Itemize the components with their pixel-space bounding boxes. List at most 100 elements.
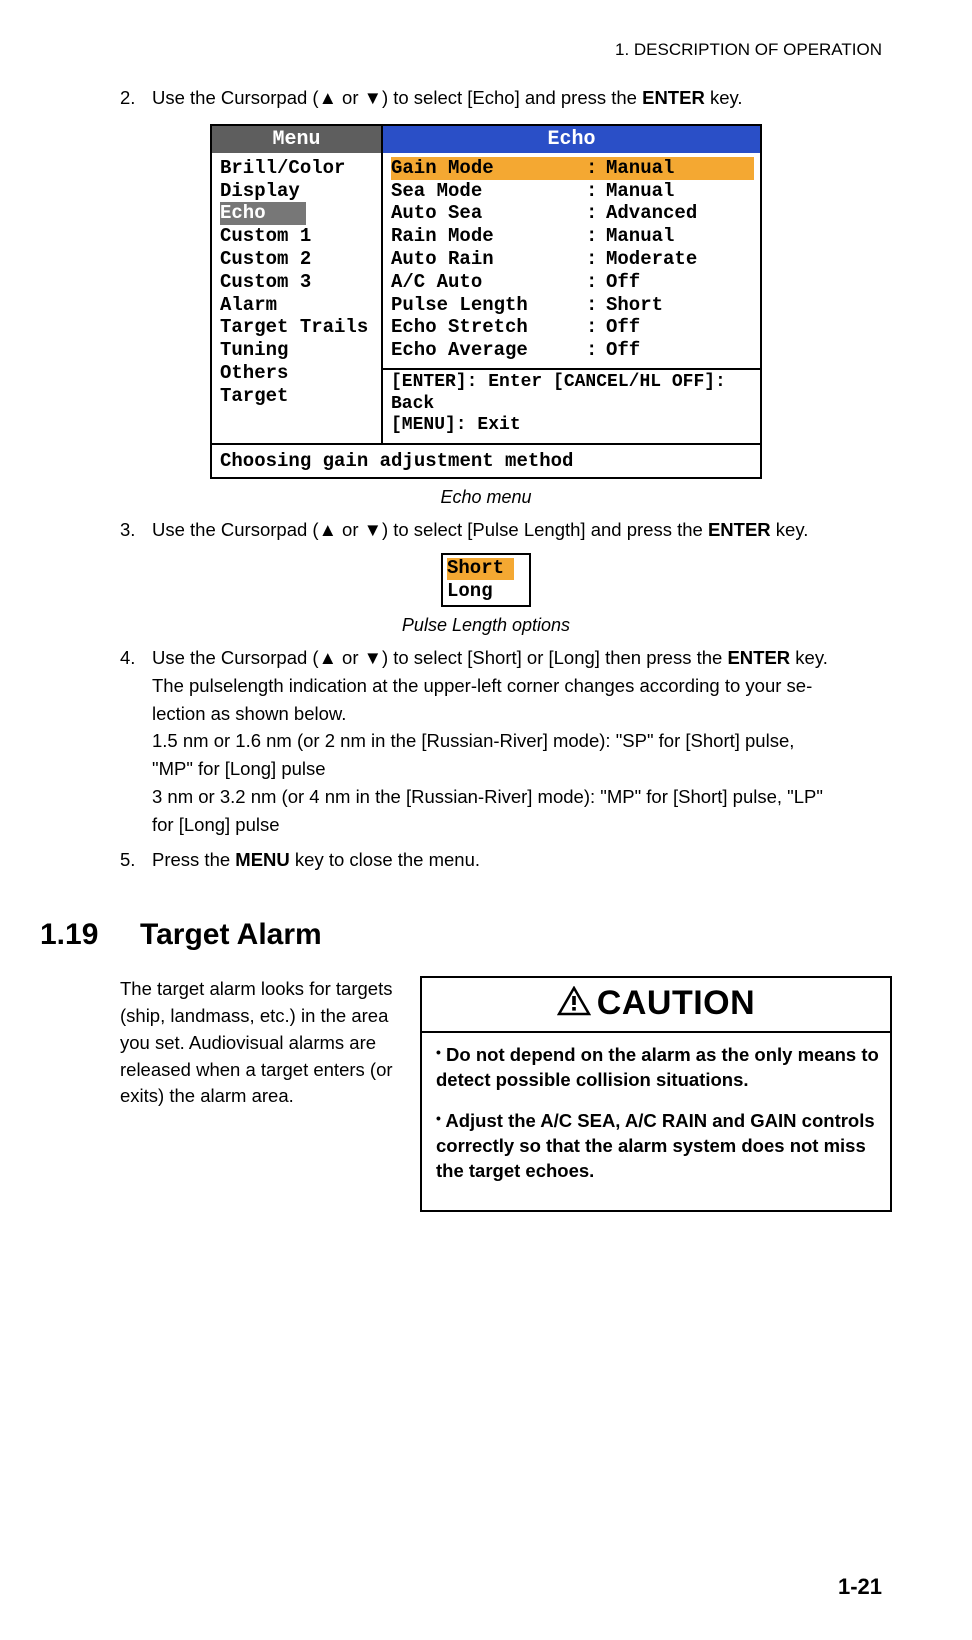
caution-bullet: Adjust the A/C SEA, A/C RAIN and GAIN co…: [436, 1110, 875, 1181]
menu-item: Custom 3: [220, 271, 381, 294]
bullet-icon: •: [436, 1110, 441, 1126]
pulse-length-figure: Short Long: [441, 553, 531, 607]
setting-value: Manual: [606, 180, 674, 203]
step-2: 2. Use the Cursorpad ( or ) to select [E…: [120, 84, 892, 112]
target-alarm-content: The target alarm looks for targets (ship…: [120, 976, 892, 1211]
setting-value: Manual: [606, 157, 674, 180]
setting-label: A/C Auto: [391, 271, 586, 294]
section-title: Target Alarm: [140, 918, 322, 952]
colon: :: [586, 339, 606, 362]
text: or: [337, 87, 364, 108]
pulse-option: Long: [447, 580, 493, 602]
setting-value: Off: [606, 339, 640, 362]
text: key.: [790, 647, 828, 668]
setting-value: Moderate: [606, 248, 697, 271]
menu-title-left: Menu: [212, 126, 383, 153]
setting-label: Sea Mode: [391, 180, 586, 203]
text: key to close the menu.: [290, 849, 480, 870]
setting-label: Auto Sea: [391, 202, 586, 225]
section-heading: 1.19 Target Alarm: [40, 918, 892, 952]
setting-value: Off: [606, 316, 640, 339]
setting-label: Gain Mode: [391, 157, 586, 180]
menu-item: Tuning: [220, 339, 381, 362]
menu-right-column: Gain Mode:Manual Sea Mode:Manual Auto Se…: [383, 153, 760, 443]
arrow-up-icon: [319, 647, 337, 668]
colon: :: [586, 157, 606, 180]
caution-title: CAUTION: [597, 984, 755, 1022]
warning-icon: [557, 986, 591, 1025]
step-text: Press the MENU key to close the menu.: [152, 846, 892, 874]
caution-bullet: Do not depend on the alarm as the only m…: [436, 1044, 879, 1090]
text: Use the Cursorpad (: [152, 519, 319, 540]
key-name: ENTER: [708, 519, 771, 540]
text: "MP" for [Long] pulse: [152, 758, 326, 779]
caution-body: • Do not depend on the alarm as the only…: [422, 1033, 890, 1210]
text: for [Long] pulse: [152, 814, 280, 835]
step-text: Use the Cursorpad ( or ) to select [Puls…: [152, 516, 892, 544]
colon: :: [586, 271, 606, 294]
setting-value: Off: [606, 271, 640, 294]
bullet-icon: •: [436, 1044, 441, 1060]
text: ) to select [Short] or [Long] then press…: [382, 647, 728, 668]
text: Use the Cursorpad (: [152, 87, 319, 108]
text: lection as shown below.: [152, 703, 346, 724]
setting-row: Pulse Length:Short: [391, 294, 760, 317]
text: ) to select [Pulse Length] and press the: [382, 519, 708, 540]
text: Use the Cursorpad (: [152, 647, 319, 668]
menu-item: Others: [220, 362, 381, 385]
menu-item: Display: [220, 180, 381, 203]
setting-label: Pulse Length: [391, 294, 586, 317]
menu-item: Alarm: [220, 294, 381, 317]
echo-menu-figure: Menu Echo Brill/Color Display Echo Custo…: [210, 124, 762, 479]
pulse-option-highlighted: Short: [447, 558, 514, 580]
menu-item: Target Trails: [220, 316, 381, 339]
text: The pulselength indication at the upper-…: [152, 675, 812, 696]
menu-item: Custom 2: [220, 248, 381, 271]
menu-item: Target: [220, 385, 381, 408]
arrow-down-icon: [364, 647, 382, 668]
menu-title-bar: Menu Echo: [212, 126, 760, 153]
step-number: 5.: [120, 846, 152, 874]
menu-left-column: Brill/Color Display Echo Custom 1 Custom…: [212, 153, 383, 443]
arrow-down-icon: [364, 87, 382, 108]
hint-line: [MENU]: Exit: [391, 415, 760, 437]
setting-value: Manual: [606, 225, 674, 248]
setting-value: Advanced: [606, 202, 697, 225]
setting-row: Sea Mode:Manual: [391, 180, 760, 203]
caution-box: CAUTION • Do not depend on the alarm as …: [420, 976, 892, 1211]
page-number: 1-21: [838, 1574, 882, 1600]
colon: :: [586, 294, 606, 317]
colon: :: [586, 202, 606, 225]
text: or: [337, 519, 364, 540]
colon: :: [586, 248, 606, 271]
hint-line: [ENTER]: Enter [CANCEL/HL OFF]: Back: [391, 372, 760, 415]
colon: :: [586, 225, 606, 248]
setting-label: Rain Mode: [391, 225, 586, 248]
arrow-up-icon: [319, 519, 337, 540]
figure-caption: Echo menu: [80, 487, 892, 508]
setting-label: Auto Rain: [391, 248, 586, 271]
colon: :: [586, 316, 606, 339]
setting-row: A/C Auto:Off: [391, 271, 760, 294]
key-name: MENU: [235, 849, 289, 870]
setting-row: Rain Mode:Manual: [391, 225, 760, 248]
menu-body: Brill/Color Display Echo Custom 1 Custom…: [212, 153, 760, 443]
figure-caption: Pulse Length options: [80, 615, 892, 636]
section-number: 1.19: [40, 918, 140, 952]
step-number: 3.: [120, 516, 152, 544]
setting-label: Echo Average: [391, 339, 586, 362]
setting-row: Auto Sea:Advanced: [391, 202, 760, 225]
caution-header: CAUTION: [422, 978, 890, 1033]
menu-title-right: Echo: [383, 126, 760, 153]
setting-row: Echo Average:Off: [391, 339, 760, 362]
menu-key-hints: [ENTER]: Enter [CANCEL/HL OFF]: Back [ME…: [383, 368, 760, 439]
text: key.: [771, 519, 809, 540]
step-3: 3. Use the Cursorpad ( or ) to select [P…: [120, 516, 892, 544]
setting-row: Auto Rain:Moderate: [391, 248, 760, 271]
step-number: 4.: [120, 644, 152, 838]
arrow-up-icon: [319, 87, 337, 108]
setting-value: Short: [606, 294, 663, 317]
arrow-down-icon: [364, 519, 382, 540]
text: or: [337, 647, 364, 668]
text: 3 nm or 3.2 nm (or 4 nm in the [Russian-…: [152, 786, 823, 807]
